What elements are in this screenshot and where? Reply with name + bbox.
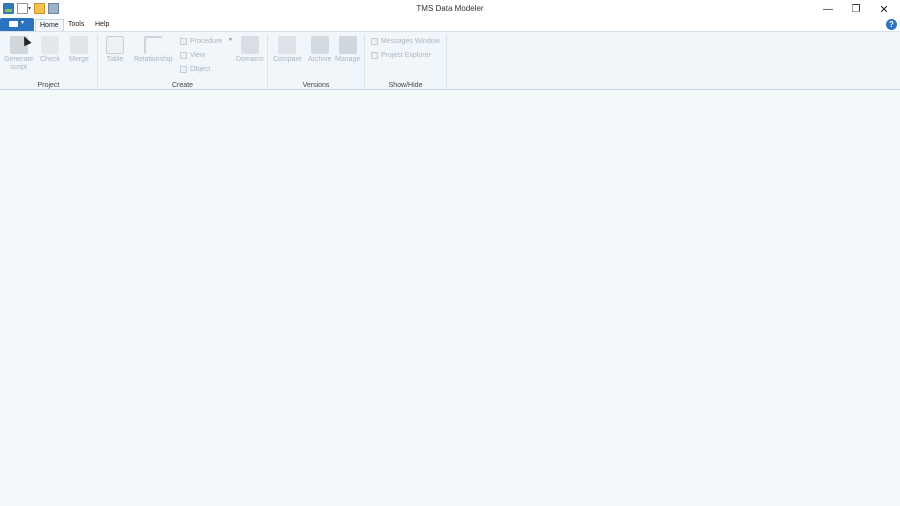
view-icon [180,52,187,59]
domains-button[interactable]: Domains [236,36,264,64]
manage-icon [338,36,357,54]
object-label: Object [190,66,211,73]
view-label: View [190,52,206,59]
ribbon-tabs: ▾ Home Tools Help [0,18,900,31]
compare-icon [278,36,297,54]
domains-icon [240,36,259,54]
messages-window-icon [371,38,378,45]
window-title: TMS Data Modeler [416,4,484,13]
view-button[interactable]: View [180,52,205,59]
object-dropdown-icon[interactable]: ▼ [228,37,233,43]
group-label-project: Project [37,82,60,89]
table-icon [106,36,124,54]
check-label: Check [40,56,60,63]
ribbon: Generate script Check Merge Project Tabl… [0,31,900,90]
group-label-showhide: Show/Hide [388,82,423,89]
group-label-versions: Versions [302,82,330,89]
procedure-button[interactable]: Procedure [180,38,222,45]
project-explorer-icon [371,52,378,59]
project-explorer-label: Project Explorer [381,52,431,59]
ribbon-group-project: Generate script Check Merge Project [0,34,98,90]
relationship-label: Relationship [134,56,173,63]
tab-tools[interactable]: Tools [64,19,88,31]
procedure-icon [180,38,187,45]
merge-label: Merge [69,56,89,63]
object-button[interactable]: Object [180,66,210,73]
merge-icon [69,36,88,54]
table-button[interactable]: Table [106,36,124,64]
project-explorer-toggle[interactable]: Project Explorer [371,52,431,59]
group-label-create: Create [171,82,193,89]
archive-button[interactable]: Archive [308,36,331,64]
ribbon-group-showhide: Messages Window Project Explorer Show/Hi… [365,34,447,90]
compare-label: Compare [273,56,302,63]
minimize-button[interactable]: — [814,2,842,18]
table-label: Table [106,56,124,63]
manage-label: Manage [335,56,361,63]
restore-button[interactable]: ❐ [842,2,870,18]
ribbon-group-versions: Compare Archive Manage Versions [268,34,365,90]
messages-window-toggle[interactable]: Messages Window [371,38,440,45]
relationship-button[interactable]: Relationship [134,36,173,64]
help-icon[interactable]: ? [886,19,897,30]
title-bar: ▾ TMS Data Modeler — ❐ ✕ [0,0,900,18]
close-button[interactable]: ✕ [870,2,898,18]
manage-button[interactable]: Manage [335,36,360,64]
messages-window-label: Messages Window [381,38,440,45]
compare-button[interactable]: Compare [273,36,302,64]
check-icon [40,36,59,54]
procedure-label: Procedure [190,38,223,45]
object-icon [180,66,187,73]
application-menu-button[interactable]: ▾ [0,18,34,31]
tab-home[interactable]: Home [35,19,64,31]
generate-script-label-1: Generate [4,56,34,63]
relationship-icon [144,36,163,54]
domains-label: Domains [236,56,264,63]
check-button[interactable]: Check [40,36,60,64]
archive-label: Archive [308,56,332,63]
archive-icon [310,36,329,54]
menu-icon [9,21,18,27]
ribbon-group-create: Table Relationship Procedure View Object… [98,34,268,90]
tab-help[interactable]: Help [91,19,113,31]
generate-script-label-2: script [10,64,27,71]
merge-button[interactable]: Merge [69,36,89,64]
chevron-down-icon: ▾ [21,20,25,26]
